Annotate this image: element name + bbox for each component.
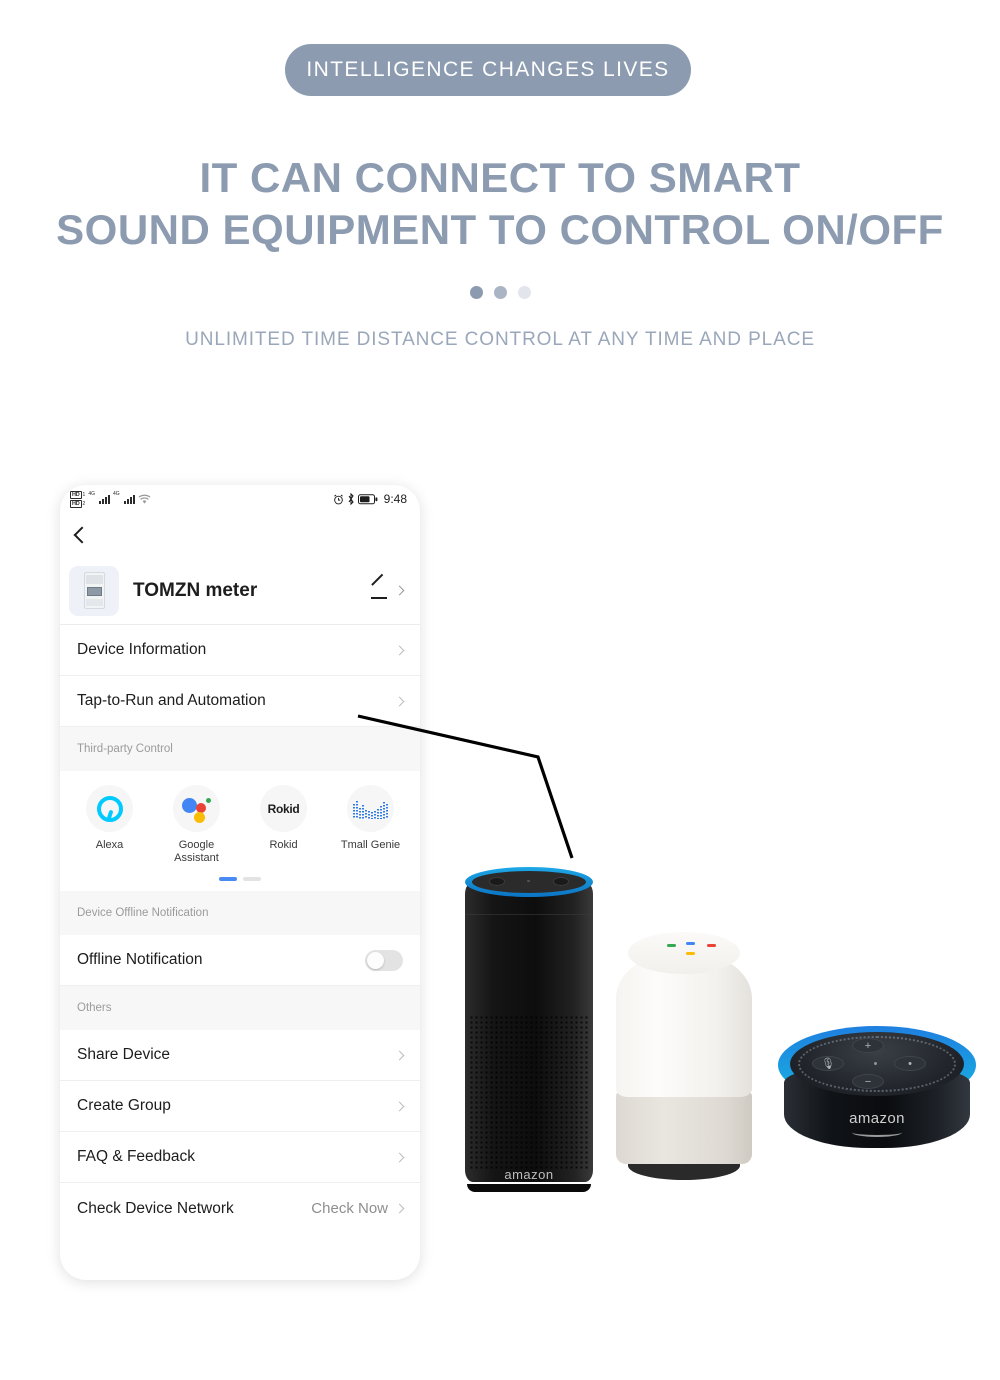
action-button: • xyxy=(894,1056,926,1071)
pencil-edit-icon[interactable] xyxy=(371,573,387,599)
third-party-carousel-pager[interactable] xyxy=(60,869,420,891)
headline-line-2: SOUND EQUIPMENT TO CONTROL ON/OFF xyxy=(56,206,944,253)
amazon-echo-speaker: amazon xyxy=(465,867,593,1192)
volume-down-button: − xyxy=(852,1074,884,1089)
signal-bars-icon-2 xyxy=(123,494,135,504)
chevron-right-icon xyxy=(394,1101,405,1111)
google-assistant-icon xyxy=(173,785,220,832)
device-name: TOMZN meter xyxy=(133,579,258,601)
hero-subtitle: UNLIMITED TIME DISTANCE CONTROL AT ANY T… xyxy=(185,329,815,350)
section-header-device-offline-notification: Device Offline Notification xyxy=(60,891,420,935)
row-label: Check Device Network xyxy=(77,1199,234,1217)
chevron-right-icon[interactable] xyxy=(394,585,405,596)
amazon-echo-dot-speaker: + − 🎙 • amazon xyxy=(778,1026,976,1161)
wifi-icon xyxy=(138,494,151,504)
hero-dot-separator xyxy=(0,286,1000,299)
device-header-row[interactable]: TOMZN meter xyxy=(60,557,420,625)
volume-up-button: + xyxy=(852,1038,884,1053)
row-create-group[interactable]: Create Group xyxy=(60,1081,420,1132)
section-header-others: Others xyxy=(60,986,420,1030)
network-gen-label-2: 4G xyxy=(113,490,120,497)
menu-label: Tap-to-Run and Automation xyxy=(77,692,266,709)
third-party-label-line2: Assistant xyxy=(174,852,219,864)
pager-dot-active[interactable] xyxy=(219,877,237,881)
back-chevron-icon[interactable] xyxy=(73,526,91,544)
row-label: FAQ & Feedback xyxy=(77,1148,196,1165)
hero-dot-2 xyxy=(493,286,507,299)
third-party-item-google-assistant[interactable]: Google Assistant xyxy=(153,785,240,865)
hero-badge: INTELLIGENCE CHANGES LIVES xyxy=(285,44,691,96)
third-party-label: Tmall Genie xyxy=(340,839,401,851)
row-offline-notification[interactable]: Offline Notification xyxy=(60,935,420,986)
row-check-device-network[interactable]: Check Device Network Check Now xyxy=(60,1183,420,1234)
third-party-item-rokid[interactable]: Rokid Rokid xyxy=(240,785,327,865)
hero-dot-1 xyxy=(469,286,483,299)
headline-line-1: IT CAN CONNECT TO SMART xyxy=(199,154,801,201)
bluetooth-icon xyxy=(348,493,354,505)
alexa-icon xyxy=(86,785,133,832)
google-home-led-indicators xyxy=(667,942,727,960)
device-thumbnail xyxy=(69,565,119,616)
google-home-speaker xyxy=(610,932,758,1180)
dual-sim-hd-indicator: HD 1 HD 2 xyxy=(70,490,86,508)
amazon-wordmark: amazon xyxy=(849,1110,905,1127)
row-label: Share Device xyxy=(77,1046,171,1063)
section-header-third-party-control: Third-party Control xyxy=(60,727,420,771)
chevron-right-icon xyxy=(394,1203,405,1214)
battery-icon xyxy=(357,493,378,504)
microphone-mute-button: 🎙 xyxy=(812,1056,844,1071)
third-party-label: Alexa xyxy=(95,839,124,851)
row-share-device[interactable]: Share Device xyxy=(60,1030,420,1081)
row-label: Offline Notification xyxy=(77,951,203,968)
hd-badge-sim2: HD xyxy=(70,499,82,508)
menu-label: Device Information xyxy=(77,641,207,658)
tmall-genie-icon xyxy=(347,785,394,832)
rokid-icon: Rokid xyxy=(260,785,307,832)
hd-badge-sim1: HD xyxy=(70,490,82,499)
row-faq-and-feedback[interactable]: FAQ & Feedback xyxy=(60,1132,420,1183)
amazon-smile-icon xyxy=(852,1128,902,1137)
menu-row-device-information[interactable]: Device Information xyxy=(60,625,420,676)
rokid-wordmark: Rokid xyxy=(267,801,300,816)
third-party-item-tmall-genie[interactable]: Tmall Genie xyxy=(327,785,414,865)
hd-badge-sim2-sub: 2 xyxy=(82,500,86,507)
chevron-right-icon xyxy=(394,1152,405,1162)
status-bar-right: 9:48 xyxy=(333,492,407,506)
row-label: Create Group xyxy=(77,1097,171,1114)
check-now-action[interactable]: Check Now xyxy=(311,1200,388,1217)
page-root: INTELLIGENCE CHANGES LIVES IT CAN CONNEC… xyxy=(0,0,1000,1380)
chevron-right-icon xyxy=(394,645,405,655)
app-navigation-bar xyxy=(60,513,420,557)
hero-dot-3 xyxy=(517,286,531,299)
third-party-control-grid: Alexa Google Assistant Rokid Rokid Tmall… xyxy=(60,771,420,869)
third-party-label: Google Assistant xyxy=(174,839,219,865)
chevron-right-icon xyxy=(394,696,405,706)
hd-badge-sim1-sub: 1 xyxy=(82,491,86,498)
network-gen-label-1: 4G xyxy=(88,490,95,497)
hero-badge-text: INTELLIGENCE CHANGES LIVES xyxy=(306,58,670,81)
menu-row-tap-to-run-and-automation[interactable]: Tap-to-Run and Automation xyxy=(60,676,420,727)
third-party-label: Rokid xyxy=(269,839,298,851)
smart-speaker-group: amazon + − 🎙 • amazon xyxy=(440,850,1000,1210)
chevron-right-icon xyxy=(394,1050,405,1060)
status-bar: HD 1 HD 2 4G 4G 9:48 xyxy=(60,485,420,513)
status-bar-clock: 9:48 xyxy=(383,492,407,506)
din-rail-energy-meter-thumbnail xyxy=(83,572,105,609)
third-party-item-alexa[interactable]: Alexa xyxy=(66,785,153,865)
alarm-clock-icon xyxy=(333,494,343,504)
amazon-wordmark: amazon xyxy=(504,1167,554,1182)
pager-dot-inactive[interactable] xyxy=(243,877,261,881)
phone-mockup: HD 1 HD 2 4G 4G 9:48 TOMZN meter Device … xyxy=(60,485,420,1280)
page-title: IT CAN CONNECT TO SMART SOUND EQUIPMENT … xyxy=(0,152,1000,256)
offline-notification-toggle[interactable] xyxy=(365,949,403,971)
status-bar-left: HD 1 HD 2 4G 4G xyxy=(70,490,151,508)
third-party-label-line1: Google xyxy=(178,839,215,851)
signal-bars-icon-1 xyxy=(99,494,110,504)
